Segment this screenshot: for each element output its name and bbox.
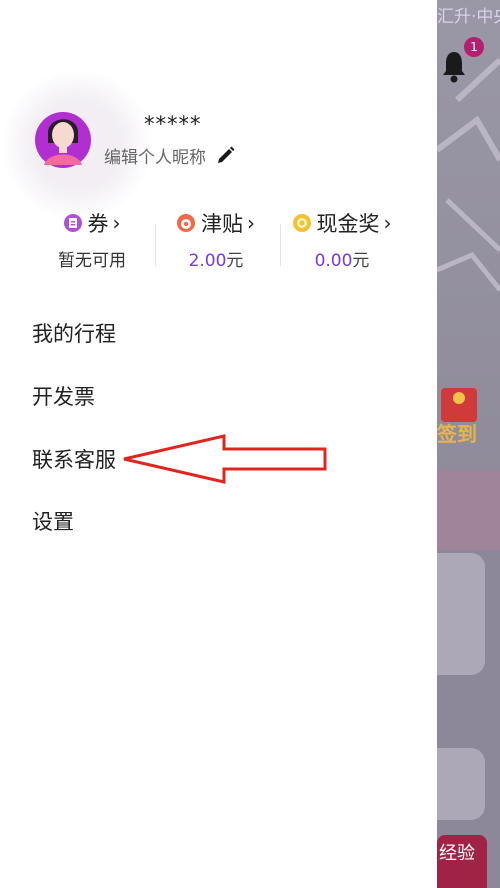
promo-band bbox=[437, 470, 500, 550]
avatar[interactable] bbox=[34, 105, 92, 169]
background-map-panel: 汇升·中央 1 签到 经验 bbox=[437, 0, 500, 888]
stat-cash-header[interactable]: 现金奖 › bbox=[272, 208, 412, 238]
stat-cash-value: 0.00元 bbox=[314, 251, 370, 271]
menu-item-customer-service[interactable]: 联系客服 bbox=[32, 444, 116, 474]
notification-bell-icon[interactable] bbox=[441, 50, 467, 84]
side-drawer: ***** 编辑个人昵称 券 › 暂无可用 津贴 › 2.00元 现金奖 › 0… bbox=[0, 0, 437, 888]
stat-cash-label: 现金奖 bbox=[316, 212, 380, 236]
chevron-right-icon: › bbox=[112, 211, 121, 235]
menu-item-settings[interactable]: 设置 bbox=[32, 506, 74, 536]
bottom-badge[interactable]: 经验 bbox=[437, 835, 487, 888]
nickname: ***** bbox=[144, 112, 202, 136]
edit-nickname-row[interactable]: 编辑个人昵称 bbox=[104, 142, 236, 168]
stat-allowance[interactable]: 津贴 › 2.00元 bbox=[146, 208, 286, 271]
allowance-coin-icon bbox=[177, 214, 195, 232]
stat-coupons[interactable]: 券 › 暂无可用 bbox=[22, 208, 162, 271]
stat-cash-reward[interactable]: 现金奖 › 0.00元 bbox=[272, 208, 412, 271]
edit-nickname-label[interactable]: 编辑个人昵称 bbox=[104, 143, 206, 168]
background-card bbox=[437, 553, 485, 675]
cash-coin-icon bbox=[292, 214, 311, 232]
stat-coupons-header[interactable]: 券 › bbox=[22, 208, 162, 238]
chevron-right-icon: › bbox=[247, 211, 255, 235]
location-text: 汇升·中央 bbox=[437, 7, 500, 27]
pencil-icon[interactable] bbox=[216, 145, 236, 165]
checkin-label[interactable]: 签到 bbox=[437, 418, 477, 447]
stat-allowance-label: 津贴 bbox=[201, 212, 243, 236]
background-card bbox=[437, 748, 485, 820]
notification-count-badge: 1 bbox=[464, 37, 484, 57]
stat-coupons-label: 券 bbox=[87, 212, 109, 236]
ticket-icon bbox=[63, 214, 82, 232]
stat-allowance-value: 2.00元 bbox=[188, 251, 244, 271]
stat-allowance-header[interactable]: 津贴 › bbox=[146, 208, 286, 238]
menu-item-my-trips[interactable]: 我的行程 bbox=[32, 318, 116, 348]
stat-coupons-value: 暂无可用 bbox=[58, 251, 126, 271]
menu-item-invoice[interactable]: 开发票 bbox=[32, 381, 95, 411]
annotation-arrow bbox=[123, 434, 327, 484]
chevron-right-icon: › bbox=[383, 211, 392, 235]
